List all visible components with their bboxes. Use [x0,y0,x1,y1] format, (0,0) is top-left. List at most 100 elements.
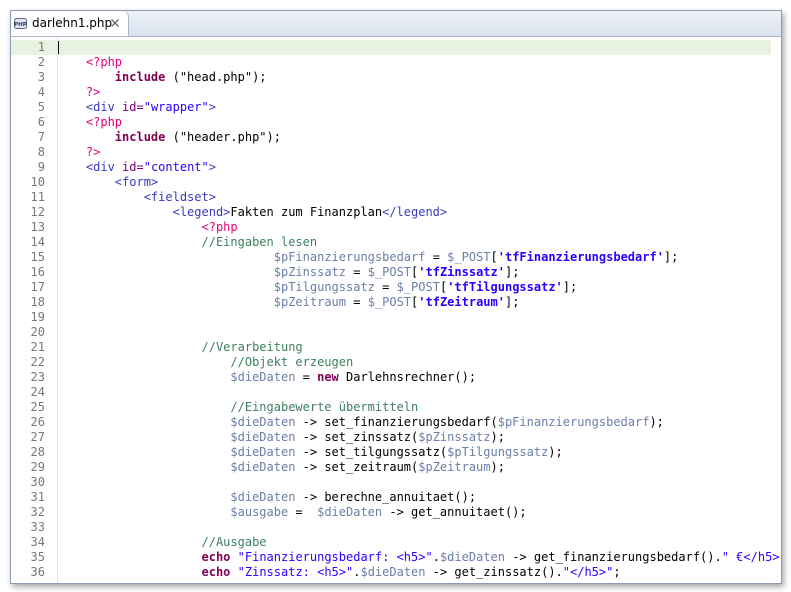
code-token: = [374,280,397,294]
code-text: include ("head.php"); [57,70,267,85]
code-token: = [346,265,368,279]
line-number: 6 [37,115,45,129]
code-token: $dieDaten [230,370,296,384]
code-line[interactable]: 5 <div id="wrapper"> [11,100,771,115]
code-text: $dieDaten -> set_zeitraum($pZeitraum); [57,460,505,475]
code-line[interactable]: 12 <legend>Fakten zum Finanzplan</legend… [11,205,771,220]
code-line[interactable]: 35 echo "Finanzierungsbedarf: <h5>".$die… [11,550,781,565]
code-token: </legend> [382,205,448,219]
code-line[interactable]: 7 include ("header.php"); [11,130,771,145]
code-token: "head.php" [179,70,253,84]
code-line[interactable]: 25 //Eingabewerte übermitteln [11,400,771,415]
line-number: 25 [30,400,45,414]
code-token: -> set_zinssatz( [295,430,419,444]
code-text: include ("header.php"); [57,130,281,145]
code-token: //Ausgabe [201,535,267,549]
line-number: 23 [30,370,45,384]
code-line[interactable]: 27 $dieDaten -> set_zinssatz($pZinssatz)… [11,430,771,445]
close-icon[interactable] [110,18,120,28]
code-token: 'tfZeitraum' [418,295,505,309]
code-text: //Objekt erzeugen [57,355,353,370]
code-line[interactable]: 1 [11,40,771,55]
code-token: echo [201,565,231,579]
code-token: $dieDaten [230,490,296,504]
code-token: $dieDaten [230,460,296,474]
code-line[interactable]: 11 <fieldset> [11,190,771,205]
code-line[interactable]: 36 echo "Zinssatz: <h5>".$dieDaten -> ge… [11,565,771,580]
code-token: ); [490,460,505,474]
code-line[interactable]: 22 //Objekt erzeugen [11,355,771,370]
code-line[interactable]: 31 $dieDaten -> berechne_annuitaet(); [11,490,771,505]
code-line[interactable]: 29 $dieDaten -> set_zeitraum($pZeitraum)… [11,460,771,475]
code-line[interactable]: 33 [11,520,771,535]
code-token: $_POST [367,265,412,279]
line-number: 15 [30,250,45,264]
code-editor[interactable]: 12 <?php 3 include ("head.php"); 4 ?> 5 <di… [11,37,781,583]
line-number: 8 [37,145,45,159]
line-number: 21 [30,340,45,354]
code-line[interactable]: 10 <form> [11,175,771,190]
editor-window: PHP darlehn1.php 12 <?php 3 include ("hea… [10,10,782,584]
code-text: $dieDaten = new Darlehnsrechner(); [57,370,476,385]
code-token: ; [613,565,621,579]
code-text: $ausgabe = $dieDaten -> get_annuitaet(); [57,505,527,520]
code-line[interactable]: 2 <?php [11,55,771,70]
code-text: $dieDaten -> set_tilgungssatz($pTilgungs… [57,445,562,460]
tab-darlehn1-php[interactable]: PHP darlehn1.php [11,11,129,36]
code-line[interactable]: 15 $pFinanzierungsbedarf = $_POST['tfFin… [11,250,771,265]
code-text: $pZinssatz = $_POST['tfZinssatz']; [57,265,520,280]
code-line[interactable]: 28 $dieDaten -> set_tilgungssatz($pTilgu… [11,445,771,460]
line-number: 18 [30,295,45,309]
line-number: 34 [30,535,45,549]
code-line[interactable]: 20 [11,325,771,340]
code-line[interactable]: 17 $pTilgungssatz = $_POST['tfTilgungssa… [11,280,771,295]
code-token: ]; [562,280,578,294]
code-text: //Eingaben lesen [57,235,318,250]
line-number: 9 [37,160,45,174]
code-line[interactable]: 9 <div id="content"> [11,160,771,175]
code-line[interactable]: 14 //Eingaben lesen [11,235,771,250]
line-number: 13 [30,220,45,234]
line-number: 3 [37,70,45,84]
code-text: $dieDaten -> berechne_annuitaet(); [57,490,476,505]
code-line[interactable]: 8 ?> [11,145,771,160]
code-line[interactable]: 34 //Ausgabe [11,535,771,550]
code-line[interactable]: 21 //Verarbeitung [11,340,771,355]
code-token: 'tfFinanzierungsbedarf' [497,250,664,264]
code-line[interactable]: 13 <?php [11,220,771,235]
code-line[interactable]: 19 [11,310,771,325]
code-line[interactable]: 26 $dieDaten -> set_finanzierungsbedarf(… [11,415,771,430]
code-token: > [208,160,216,174]
code-token: $pTilgungssatz [273,280,375,294]
code-token: Darlehnsrechner(); [338,370,477,384]
code-token: -> get_annuitaet(); [382,505,527,519]
code-line[interactable]: 4 ?> [11,85,771,100]
code-token: ); [266,130,281,144]
code-token: -> get_finanzierungsbedarf(). [504,550,722,564]
line-number: 26 [30,415,45,429]
code-line[interactable]: 6 <?php [11,115,771,130]
code-token: $pZinssatz [418,430,491,444]
code-line[interactable]: 30 [11,475,771,490]
code-line[interactable]: 24 [11,385,771,400]
code-token: <?php [85,55,123,69]
code-line[interactable]: 16 $pZinssatz = $_POST['tfZinssatz']; [11,265,771,280]
code-line[interactable]: 3 include ("head.php"); [11,70,771,85]
code-line[interactable]: 23 $dieDaten = new Darlehnsrechner(); [11,370,771,385]
code-token: $pZinssatz [273,265,346,279]
code-line[interactable]: 32 $ausgabe = $dieDaten -> get_annuitaet… [11,505,771,520]
code-token: 'tfTilgungssatz' [447,280,563,294]
editor-tab-bar: PHP darlehn1.php [11,11,781,37]
code-token: > [208,100,216,114]
code-token: ]; [504,265,520,279]
line-number: 36 [30,565,45,579]
code-line[interactable]: 18 $pZeitraum = $_POST['tfZeitraum']; [11,295,771,310]
